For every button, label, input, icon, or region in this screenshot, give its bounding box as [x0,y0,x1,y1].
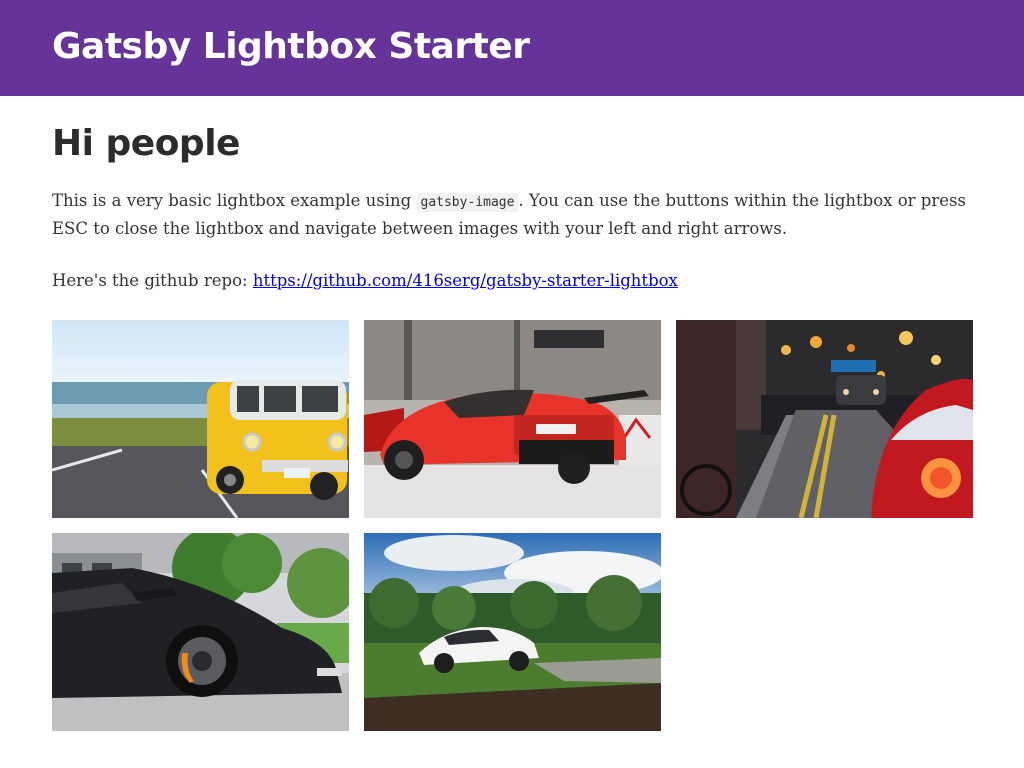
repo-label: Here's the github repo: [52,271,253,290]
gallery-image-tesla[interactable] [364,533,661,731]
site-title-link[interactable]: Gatsby Lightbox Starter [52,29,530,67]
repo-paragraph: Here's the github repo: https://github.c… [52,268,972,294]
gallery-image-vw-bus[interactable] [52,320,349,518]
repo-link[interactable]: https://github.com/416serg/gatsby-starte… [253,271,678,290]
page-heading: Hi people [52,123,240,164]
gallery-image-night-street[interactable] [676,320,973,518]
image-gallery [52,320,973,731]
gallery-image-lamborghini[interactable] [52,533,349,731]
main-content: Hi people This is a very basic lightbox … [0,122,1024,731]
intro-paragraph: This is a very basic lightbox example us… [52,188,972,242]
gallery-image-ferrari[interactable] [364,320,661,518]
site-header: Gatsby Lightbox Starter [0,0,1024,96]
inline-code: gatsby-image [416,193,519,212]
intro-text-before: This is a very basic lightbox example us… [52,191,417,210]
